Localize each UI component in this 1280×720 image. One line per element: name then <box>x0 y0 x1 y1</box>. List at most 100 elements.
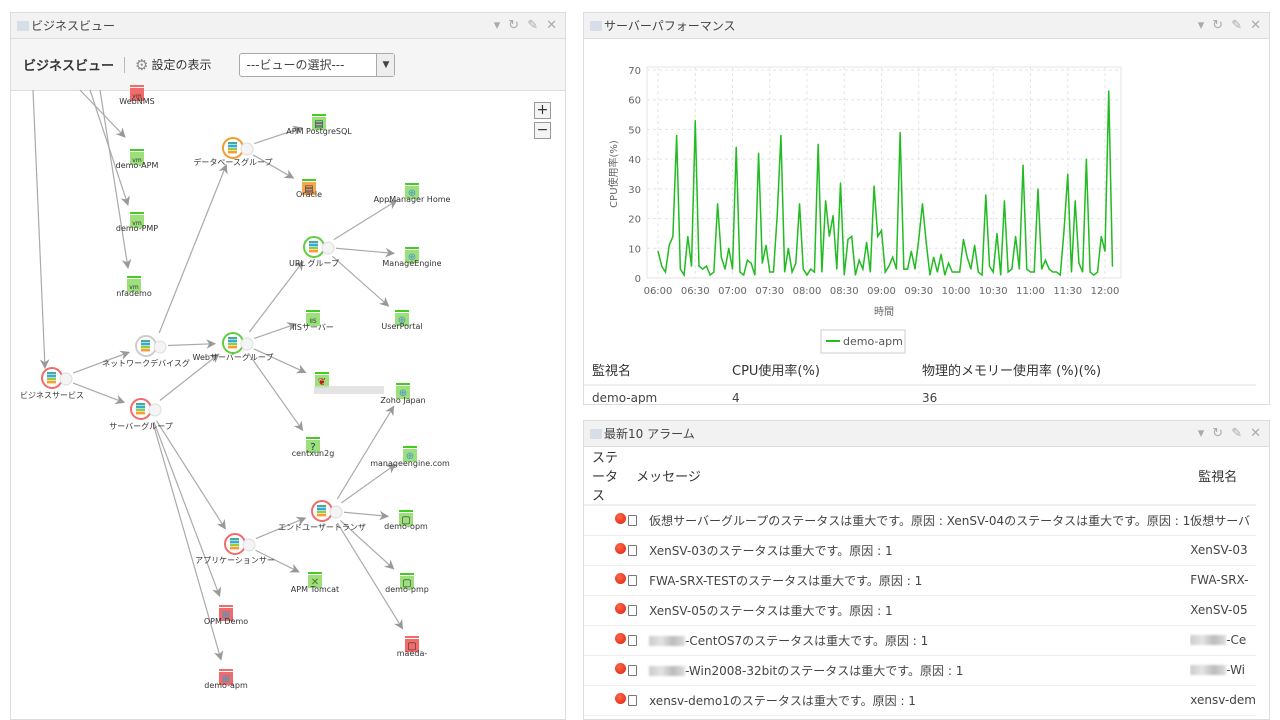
cell-memory: 36 <box>914 385 1256 404</box>
group-icon <box>47 372 56 375</box>
topology-node[interactable]: ▤Oracle <box>296 179 322 199</box>
topology-map[interactable]: vmWebNMS vmdemo-APM vmdemo-PMP vmnfademo ビジネ… <box>0 0 566 720</box>
redacted-text <box>1190 665 1227 675</box>
alarm-row[interactable]: 仮想サーバーグループのステータスは重大です。原因 : XenSV-04のステータ… <box>584 505 1256 536</box>
alarm-message[interactable]: -Win2008-32bitのステータスは重大です。原因 : 1 <box>685 664 963 678</box>
topology-node[interactable]: ▢demo-pmp <box>385 573 429 594</box>
group-icon <box>317 508 326 511</box>
group-icon <box>141 346 150 349</box>
close-icon[interactable]: ✕ <box>1250 18 1261 33</box>
data-point <box>1082 271 1084 273</box>
document-icon <box>628 544 638 556</box>
group-icon <box>47 378 56 381</box>
topology-node[interactable]: URL グループ <box>289 236 339 268</box>
data-point <box>698 265 700 267</box>
alarm-message[interactable]: -CentOS7のステータスは重大です。原因 : 1 <box>685 634 928 648</box>
drag-grip-icon[interactable] <box>590 428 602 439</box>
alarm-row[interactable]: demo-2016のステータスは重大です。原因 : 1 demo-201 <box>584 715 1256 719</box>
alarm-monitor[interactable]: 仮想サーバ <box>1190 514 1250 528</box>
critical-status-icon <box>615 603 626 614</box>
alarm-message[interactable]: XenSV-03のステータスは重大です。原因 : 1 <box>649 544 893 558</box>
topology-node[interactable]: ▢demo-opm <box>384 510 428 531</box>
data-point <box>1048 268 1050 270</box>
topology-node[interactable]: ⊕manageengine.com <box>370 446 450 468</box>
topology-node[interactable]: IISIISサーバー <box>292 310 334 332</box>
data-point <box>944 274 946 276</box>
node-label: centxun2g <box>292 449 335 458</box>
collapse-icon[interactable]: ▾ <box>1198 18 1205 33</box>
cell-monitor[interactable]: demo-apm <box>584 385 724 404</box>
alarm-monitor[interactable]: -Wi <box>1226 663 1245 677</box>
data-point <box>854 274 857 276</box>
topology-node[interactable]: ▤APM PostgreSQL <box>286 114 352 136</box>
topology-node[interactable]: ⊕Zoho Japan <box>380 383 426 405</box>
node-label: UserPortal <box>381 322 422 331</box>
y-tick-label: 50 <box>628 125 641 136</box>
data-point <box>765 244 767 246</box>
topology-node[interactable]: エンドユーザートランザ <box>278 500 366 532</box>
topology-node[interactable]: vmnfademo <box>116 276 152 298</box>
alarm-monitor[interactable]: -Ce <box>1226 633 1246 647</box>
data-point <box>880 229 883 232</box>
zoom-in-button[interactable]: + <box>534 102 551 119</box>
alarm-monitor[interactable]: FWA-SRX- <box>1190 573 1248 587</box>
topology-node[interactable]: ⊕ManageEngine <box>382 247 442 268</box>
alarm-monitor[interactable]: XenSV-05 <box>1190 603 1247 617</box>
x-tick-label: 06:30 <box>681 286 710 297</box>
topology-edge <box>156 420 226 530</box>
refresh-icon[interactable]: ↻ <box>1212 18 1223 33</box>
edit-icon[interactable]: ✎ <box>1231 18 1242 33</box>
topology-node[interactable]: アプリケーションサー <box>195 533 275 565</box>
alarm-monitor[interactable]: xensv-dem <box>1190 693 1256 707</box>
topology-node[interactable]: ▢maeda- <box>397 636 428 658</box>
status-bar <box>405 183 419 185</box>
alarm-message[interactable]: xensv-demo1のステータスは重大です。原因 : 1 <box>649 694 916 708</box>
collapse-icon[interactable]: ▾ <box>1198 426 1205 441</box>
data-point <box>702 268 704 270</box>
legend-label: demo-apm <box>843 335 903 348</box>
topology-node[interactable]: ✕APM Tomcat <box>291 572 339 594</box>
node-label: IISサーバー <box>292 323 334 332</box>
alarm-row[interactable]: XenSV-03のステータスは重大です。原因 : 1 XenSV-03 <box>584 535 1256 566</box>
node-label: URL グループ <box>289 258 339 268</box>
data-point <box>921 203 924 205</box>
alarm-row[interactable]: XenSV-05のステータスは重大です。原因 : 1 XenSV-05 <box>584 595 1256 626</box>
topology-node[interactable]: ❦ <box>314 372 384 394</box>
data-point <box>843 274 845 276</box>
alarm-message[interactable]: 仮想サーバーグループのステータスは重大です。原因 : XenSV-04のステータ… <box>649 514 1190 528</box>
data-point <box>1096 271 1099 273</box>
topology-node[interactable]: vmWebNMS <box>119 85 155 106</box>
topology-node[interactable]: ?centxun2g <box>292 437 335 458</box>
alarm-monitor[interactable]: XenSV-03 <box>1190 543 1247 557</box>
topology-node[interactable]: ⊕AppManager Home <box>374 183 451 204</box>
data-point <box>746 259 748 261</box>
alarm-row[interactable]: -CentOS7のステータスは重大です。原因 : 1 -Ce <box>584 625 1256 656</box>
data-point <box>996 232 998 235</box>
alarm-message[interactable]: FWA-SRX-TESTのステータスは重大です。原因 : 1 <box>649 574 922 588</box>
x-tick-label: 07:00 <box>718 286 747 297</box>
topology-node[interactable]: Webサーバーグループ <box>193 332 274 362</box>
alarm-row[interactable]: xensv-demo1のステータスは重大です。原因 : 1 xensv-dem <box>584 685 1256 716</box>
topology-node[interactable]: サーバーグループ <box>109 398 173 431</box>
data-point <box>836 268 838 270</box>
topology-node[interactable]: ⊞demo-apm <box>204 669 248 690</box>
close-icon[interactable]: ✕ <box>1250 426 1261 441</box>
alarm-message[interactable]: XenSV-05のステータスは重大です。原因 : 1 <box>649 604 893 618</box>
topology-node[interactable]: ⊕UserPortal <box>381 310 423 331</box>
refresh-icon[interactable]: ↻ <box>1212 426 1223 441</box>
topology-node[interactable]: データベースグループ <box>193 137 273 167</box>
critical-status-icon <box>615 693 626 704</box>
alarm-row[interactable]: FWA-SRX-TESTのステータスは重大です。原因 : 1 FWA-SRX- <box>584 565 1256 596</box>
zoom-out-button[interactable]: − <box>534 122 551 139</box>
node-label: demo-PMP <box>116 224 158 233</box>
data-point <box>899 131 901 133</box>
drag-grip-icon[interactable] <box>590 20 602 31</box>
topology-node[interactable]: ネットワークデバイスグ <box>102 335 190 368</box>
topology-node[interactable]: ⊞OPM Demo <box>204 605 248 626</box>
topology-node[interactable]: vmdemo-APM <box>116 149 159 170</box>
data-point <box>739 271 741 273</box>
alarm-row[interactable]: -Win2008-32bitのステータスは重大です。原因 : 1 -Wi <box>584 655 1256 686</box>
y-tick-label: 40 <box>628 155 641 166</box>
edit-icon[interactable]: ✎ <box>1231 426 1242 441</box>
topology-node[interactable]: vmdemo-PMP <box>116 212 158 233</box>
